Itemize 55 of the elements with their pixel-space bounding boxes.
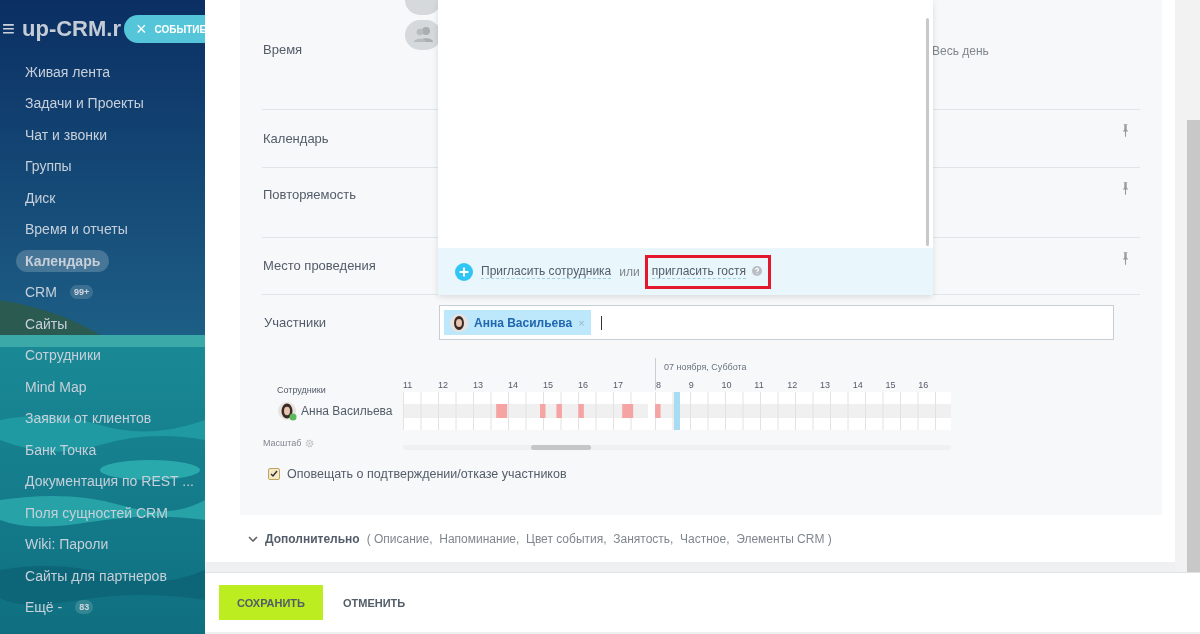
sidebar-item[interactable]: Живая лента [16, 60, 119, 83]
sidebar-item[interactable]: Документация по REST ... [16, 470, 203, 493]
hour-label: 12 [787, 380, 799, 390]
section-summary: ( Описание, Напоминание, Цвет события, Занятость, Частное, Элементы CRM ) [366, 532, 832, 546]
hour-label: 10 [721, 380, 733, 390]
all-day-label: Весь день [932, 44, 989, 58]
participant-name[interactable]: Анна Васильева [474, 315, 573, 330]
sidebar-item[interactable]: Wiki: Пароли [16, 533, 118, 556]
hour-label: 13 [473, 380, 484, 390]
invite-employee-link[interactable]: Пригласить сотрудника [481, 264, 612, 279]
counter-badge: 83 [75, 600, 94, 615]
hour-label: 15 [543, 380, 554, 390]
sidebar-item[interactable]: Чат и звонки [16, 123, 116, 146]
sidebar-item[interactable]: Диск [16, 186, 65, 209]
participants-field[interactable]: Анна Васильева × [439, 305, 1114, 340]
field-label: Место проведения [262, 258, 376, 273]
column-header: Сотрудники [277, 385, 327, 395]
sidebar-item[interactable]: Сотрудники [16, 344, 110, 367]
date-label: 07 ноября, Суббота [664, 361, 748, 374]
save-button[interactable]: СОХРАНИТЬ [219, 585, 323, 620]
or-text: или [619, 264, 640, 279]
sidebar-item[interactable]: Заявки от клиентов [16, 407, 161, 430]
hour-label: 12 [438, 380, 449, 390]
field-label: Участники [263, 315, 328, 330]
section-toggle[interactable]: Дополнительно [265, 532, 360, 546]
field-label: Повторяемость [262, 187, 356, 202]
sidebar-item[interactable]: CRM [16, 281, 66, 304]
sidebar-item[interactable]: Банк Точка [16, 438, 106, 461]
sidebar-item[interactable]: Mind Map [16, 375, 96, 398]
hour-label: 17 [613, 380, 624, 390]
sidebar-item[interactable]: Задачи и Проекты [16, 92, 153, 115]
counter-badge: 99+ [69, 285, 94, 300]
hour-label: 8 [656, 380, 662, 390]
hour-label: 11 [754, 380, 765, 390]
field-label: Время [262, 42, 303, 57]
scale-label: Масштаб [263, 438, 302, 448]
hour-label: 15 [885, 380, 897, 390]
hour-label: 14 [508, 380, 519, 390]
hour-label: 13 [819, 380, 831, 390]
invite-guest-link[interactable]: пригласить гостя [651, 263, 746, 279]
hour-label: 9 [688, 380, 695, 390]
logo: up-CRM.r [22, 16, 121, 42]
sidebar-item[interactable]: Время и отчеты [16, 218, 137, 241]
hour-label: 16 [578, 380, 589, 390]
hour-label: 14 [852, 380, 864, 390]
menu-icon[interactable]: ≡ [2, 18, 22, 40]
hour-label: 11 [403, 380, 414, 390]
hour-label: 16 [918, 380, 930, 390]
cancel-button[interactable]: ОТМЕНИТЬ [336, 595, 412, 610]
employee-name: Анна Васильева [301, 404, 393, 418]
sidebar-item[interactable]: Группы [16, 155, 81, 178]
field-label: Календарь [262, 131, 329, 146]
sidebar-item[interactable]: Календарь [16, 249, 110, 272]
checkbox-label: Оповещать о подтверждении/отказе участников [287, 467, 567, 481]
sidebar-item[interactable]: Ещё - [16, 596, 72, 619]
